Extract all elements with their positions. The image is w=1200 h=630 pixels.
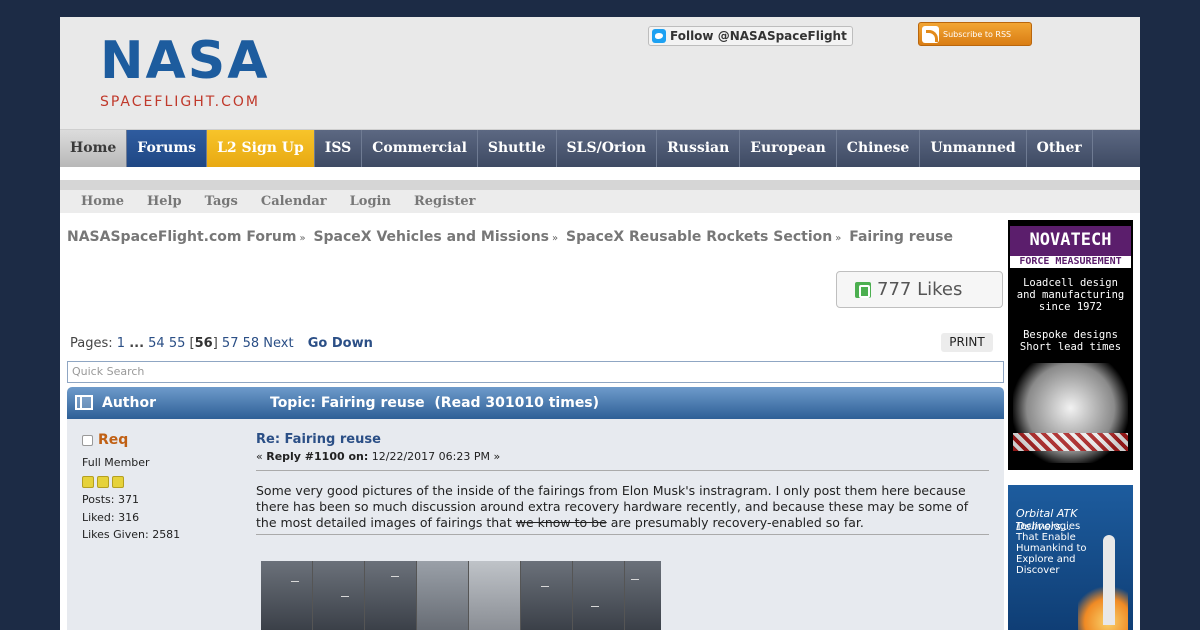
post-meta-prefix: « bbox=[256, 450, 267, 463]
pages-label: Pages: bbox=[70, 336, 113, 351]
post-meta: « Reply #1100 on: 12/22/2017 06:23 PM » bbox=[256, 450, 989, 471]
poster-name-row: Req bbox=[82, 432, 242, 448]
breadcrumb-separator: » bbox=[299, 233, 306, 244]
subnav-tags[interactable]: Tags bbox=[205, 190, 238, 213]
nav-home[interactable]: Home bbox=[60, 130, 128, 167]
breadcrumb: NASASpaceFlight.com Forum» SpaceX Vehicl… bbox=[67, 229, 953, 245]
site-logo[interactable]: NASA bbox=[100, 33, 269, 89]
topic-likes-button[interactable]: 777 Likes bbox=[836, 271, 1003, 308]
page-link[interactable]: 57 bbox=[222, 336, 239, 351]
post-date: 12/22/2017 06:23 PM » bbox=[368, 450, 501, 463]
rocket-graphic bbox=[1103, 535, 1115, 625]
page-ellipsis: ... bbox=[129, 336, 145, 351]
page-link[interactable]: 55 bbox=[169, 336, 186, 351]
poster-posts: Posts: 371 bbox=[82, 493, 139, 506]
author-column-header: Author bbox=[102, 395, 156, 411]
breadcrumb-item[interactable]: SpaceX Reusable Rockets Section bbox=[566, 229, 832, 245]
likes-count: 777 Likes bbox=[877, 279, 963, 300]
breadcrumb-item[interactable]: SpaceX Vehicles and Missions bbox=[313, 229, 549, 245]
twitter-follow-label: Follow @NASASpaceFlight bbox=[670, 29, 847, 43]
orbital-ad-text: Technologies That Enable Humankind to Ex… bbox=[1016, 521, 1087, 576]
post-text-struck: we know to be bbox=[515, 515, 607, 530]
poster-likes-given: Likes Given: 2581 bbox=[82, 528, 181, 541]
poster-rank: Full Member bbox=[82, 456, 150, 469]
novatech-text: Bespoke designs Short lead times bbox=[1019, 329, 1122, 353]
star-icon bbox=[97, 476, 109, 488]
breadcrumb-item[interactable]: NASASpaceFlight.com Forum bbox=[67, 229, 296, 245]
rank-stars bbox=[82, 476, 242, 488]
star-icon bbox=[82, 476, 94, 488]
novatech-ad[interactable]: NOVATECH FORCE MEASUREMENT Loadcell desi… bbox=[1008, 220, 1133, 470]
reply-number[interactable]: Reply #1100 on: bbox=[266, 450, 368, 463]
site-logo-subtitle[interactable]: SPACEFLIGHT.COM bbox=[100, 94, 260, 110]
post-subject[interactable]: Re: Fairing reuse bbox=[256, 432, 989, 447]
post-text: Some very good pictures of the inside of… bbox=[256, 483, 989, 535]
print-button[interactable]: PRINT bbox=[941, 333, 993, 352]
novatech-tagline: FORCE MEASUREMENT bbox=[1010, 256, 1131, 268]
breadcrumb-separator: » bbox=[835, 233, 842, 244]
topic-header-bar: Author Topic: Fairing reuse (Read 301010… bbox=[67, 387, 1004, 419]
breadcrumb-separator: » bbox=[552, 233, 559, 244]
post-body: Re: Fairing reuse « Reply #1100 on: 12/2… bbox=[256, 432, 989, 535]
poster-liked: Liked: 316 bbox=[82, 511, 140, 524]
nav-shuttle[interactable]: Shuttle bbox=[478, 130, 557, 167]
thumbs-up-icon bbox=[855, 281, 871, 298]
nav-russian[interactable]: Russian bbox=[657, 130, 741, 167]
twitter-icon bbox=[652, 29, 666, 43]
post-text-part: are presumably recovery-enabled so far. bbox=[606, 515, 864, 530]
subnav-login[interactable]: Login bbox=[350, 190, 391, 213]
rss-icon bbox=[922, 25, 939, 43]
nav-iss[interactable]: ISS bbox=[315, 130, 363, 167]
topic-icon bbox=[75, 395, 93, 410]
breadcrumb-current[interactable]: Fairing reuse bbox=[849, 229, 953, 245]
nav-sls-orion[interactable]: SLS/Orion bbox=[557, 130, 658, 167]
star-icon bbox=[112, 476, 124, 488]
nav-chinese[interactable]: Chinese bbox=[837, 130, 921, 167]
loadcell-image bbox=[1013, 363, 1128, 463]
site-header: NASA SPACEFLIGHT.COM Follow @NASASpaceFl… bbox=[60, 17, 1140, 130]
nav-other[interactable]: Other bbox=[1027, 130, 1093, 167]
poster-info: Req Full Member Posts: 371 Liked: 316 Li… bbox=[82, 432, 242, 541]
offline-status-icon bbox=[82, 434, 93, 446]
go-down-link[interactable]: Go Down bbox=[308, 336, 373, 351]
topic-title: Topic: Fairing reuse (Read 301010 times) bbox=[270, 395, 600, 411]
page-next-link[interactable]: Next bbox=[263, 336, 293, 351]
nav-commercial[interactable]: Commercial bbox=[362, 130, 478, 167]
subnav-calendar[interactable]: Calendar bbox=[261, 190, 327, 213]
rss-subscribe-button[interactable]: Subscribe to RSS bbox=[918, 22, 1032, 46]
page-container: NASA SPACEFLIGHT.COM Follow @NASASpaceFl… bbox=[60, 17, 1140, 630]
pagination: Pages: 1 ... 54 55 [56] 57 58 Next Go Do… bbox=[70, 336, 373, 351]
forum-post: Req Full Member Posts: 371 Liked: 316 Li… bbox=[67, 419, 1004, 630]
nav-forums[interactable]: Forums bbox=[127, 130, 208, 167]
nav-l2-sign-up[interactable]: L2 Sign Up bbox=[207, 130, 315, 167]
subnav-register[interactable]: Register bbox=[414, 190, 476, 213]
subnav-home[interactable]: Home bbox=[81, 190, 124, 213]
subnav-help[interactable]: Help bbox=[147, 190, 182, 213]
quick-search-input[interactable]: Quick Search bbox=[67, 361, 1004, 383]
novatech-text: Loadcell design and manufacturing since … bbox=[1016, 277, 1125, 313]
poster-name[interactable]: Req bbox=[98, 432, 128, 448]
forum-sub-nav: Home Help Tags Calendar Login Register bbox=[60, 190, 1140, 213]
page-link[interactable]: 58 bbox=[243, 336, 260, 351]
nav-european[interactable]: European bbox=[740, 130, 837, 167]
nav-unmanned[interactable]: Unmanned bbox=[920, 130, 1027, 167]
page-link[interactable]: 54 bbox=[148, 336, 165, 351]
orbital-atk-ad[interactable]: Orbital ATK Delivers... Technologies Tha… bbox=[1008, 485, 1133, 630]
divider-bar bbox=[60, 180, 1140, 190]
page-current: 56 bbox=[194, 336, 213, 351]
fairing-photo[interactable] bbox=[261, 561, 661, 630]
main-nav: Home Forums L2 Sign Up ISS Commercial Sh… bbox=[60, 130, 1140, 167]
twitter-follow-button[interactable]: Follow @NASASpaceFlight bbox=[648, 26, 853, 46]
page-link[interactable]: 1 bbox=[117, 336, 125, 351]
rss-label: Subscribe to RSS bbox=[943, 29, 1012, 39]
